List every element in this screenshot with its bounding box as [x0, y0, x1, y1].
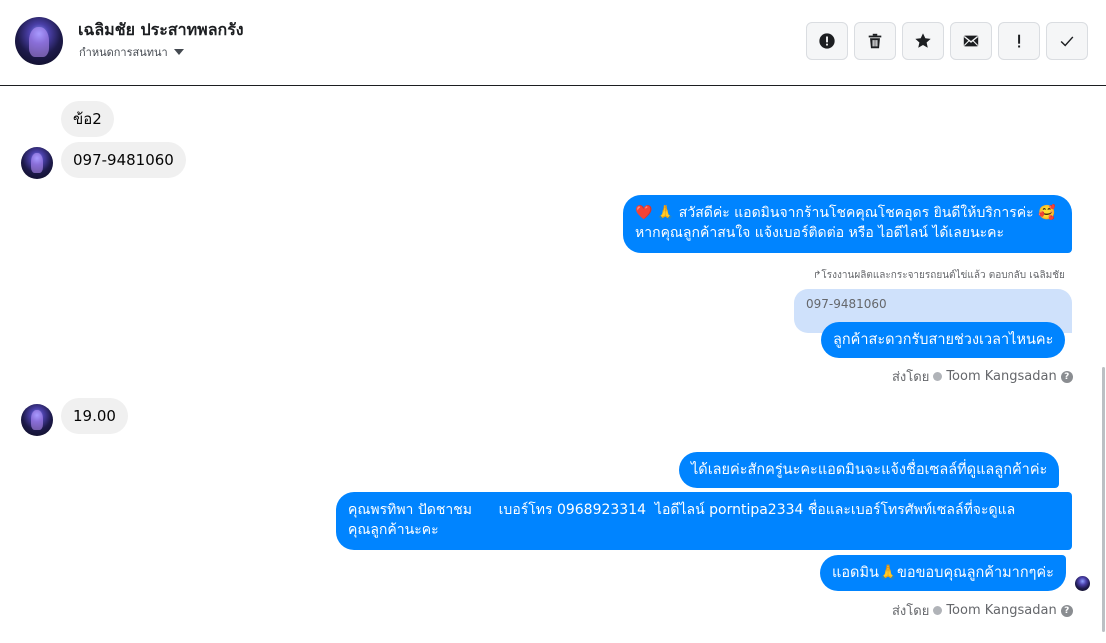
message-incoming[interactable]: 19.00: [61, 398, 128, 434]
sender-status-icon: [933, 372, 943, 381]
check-icon: [1060, 36, 1074, 47]
message-text: ขอขอบคุณลูกค้ามากๆค่ะ: [897, 565, 1054, 581]
seen-avatar: [1075, 576, 1090, 591]
message-text: 19.00: [73, 407, 116, 425]
message-text: สวัสดีค่ะ แอดมินจากร้านโชคคุณโชคอุดร ยิน…: [678, 205, 1034, 221]
conversation-options-label: กำหนดการสนทนา: [79, 46, 168, 59]
quoted-text: 097-9481060: [806, 297, 887, 311]
caret-down-icon: [173, 49, 184, 55]
message-outgoing[interactable]: ได้เลยค่ะสักครู่นะคะแอดมินจะแจ้งชื่อเซลล…: [679, 452, 1060, 488]
trash-icon: [868, 33, 882, 49]
heart-icon: ❤️: [635, 205, 653, 221]
contact-avatar-small[interactable]: [21, 404, 53, 436]
action-toolbar: [806, 22, 1088, 60]
reply-context-note: ↱โรงงานผลิตและกระจายรถยนต์ไข่แล้ว ตอบกลั…: [813, 270, 1065, 281]
contact-avatar[interactable]: [15, 17, 63, 65]
contact-name[interactable]: เฉลิมชัย ประสาทพลกรัง: [78, 18, 244, 43]
message-text: 097-9481060: [73, 151, 174, 169]
delete-button[interactable]: [854, 22, 896, 60]
scrollbar-thumb[interactable]: [1102, 367, 1105, 632]
sender-status-icon: [933, 606, 943, 615]
star-button[interactable]: [902, 22, 944, 60]
sent-by-meta: ส่งโดย Toom Kangsadan ?: [892, 600, 1073, 621]
message-thread[interactable]: ข้อ2 097-9481060 ❤️ 🙏 สวัสดีค่ะ แอดมินจา…: [0, 87, 1106, 643]
message-incoming[interactable]: 097-9481060: [61, 142, 186, 178]
message-text: คุณลูกค้านะคะ: [348, 522, 439, 538]
star-icon: [915, 33, 931, 48]
conversation-header: เฉลิมชัย ประสาทพลกรัง กำหนดการสนทนา: [0, 0, 1106, 86]
mark-unread-button[interactable]: [950, 22, 992, 60]
pray-icon: 🙏: [656, 205, 675, 221]
help-icon[interactable]: ?: [1060, 370, 1073, 383]
report-button[interactable]: [806, 22, 848, 60]
message-text: ได้เลยค่ะสักครู่นะคะแอดมินจะแจ้งชื่อเซลล…: [691, 462, 1048, 478]
mark-done-button[interactable]: [1046, 22, 1088, 60]
conversation-options-dropdown[interactable]: กำหนดการสนทนา: [79, 43, 184, 61]
message-text: ลูกค้าสะดวกรับสายช่วงเวลาไหนคะ: [833, 332, 1054, 348]
message-incoming[interactable]: ข้อ2: [61, 101, 114, 137]
help-icon[interactable]: ?: [1060, 604, 1073, 617]
pray-icon: 🙏: [878, 565, 898, 581]
message-text: หากคุณลูกค้าสนใจ แจ้งเบอร์ติดต่อ หรือ ไอ…: [635, 225, 1005, 241]
sender-name[interactable]: Toom Kangsadan: [946, 603, 1056, 618]
message-outgoing[interactable]: แอดมิน🙏ขอขอบคุณลูกค้ามากๆค่ะ: [820, 555, 1066, 591]
message-outgoing[interactable]: ❤️ 🙏 สวัสดีค่ะ แอดมินจากร้านโชคคุณโชคอุด…: [623, 195, 1072, 253]
message-text: ข้อ2: [73, 110, 102, 128]
message-outgoing[interactable]: คุณพรทิพา ปัดชาชม เบอร์โทร 0968923314 ไอ…: [336, 492, 1072, 550]
message-text: คุณพรทิพา ปัดชาชม เบอร์โทร 0968923314 ไอ…: [348, 502, 1016, 518]
exclamation-icon: [1018, 34, 1021, 48]
sent-by-meta: ส่งโดย Toom Kangsadan ?: [892, 366, 1073, 387]
contact-avatar-small[interactable]: [21, 147, 53, 179]
scrollbar[interactable]: [1101, 87, 1106, 643]
smiling-hearts-icon: 🥰: [1038, 205, 1056, 221]
report-icon: [819, 33, 835, 49]
spam-button[interactable]: [998, 22, 1040, 60]
message-outgoing[interactable]: ลูกค้าสะดวกรับสายช่วงเวลาไหนคะ: [821, 322, 1066, 358]
sender-name[interactable]: Toom Kangsadan: [946, 369, 1056, 384]
message-text: แอดมิน: [832, 565, 879, 581]
mail-icon: [963, 35, 979, 47]
